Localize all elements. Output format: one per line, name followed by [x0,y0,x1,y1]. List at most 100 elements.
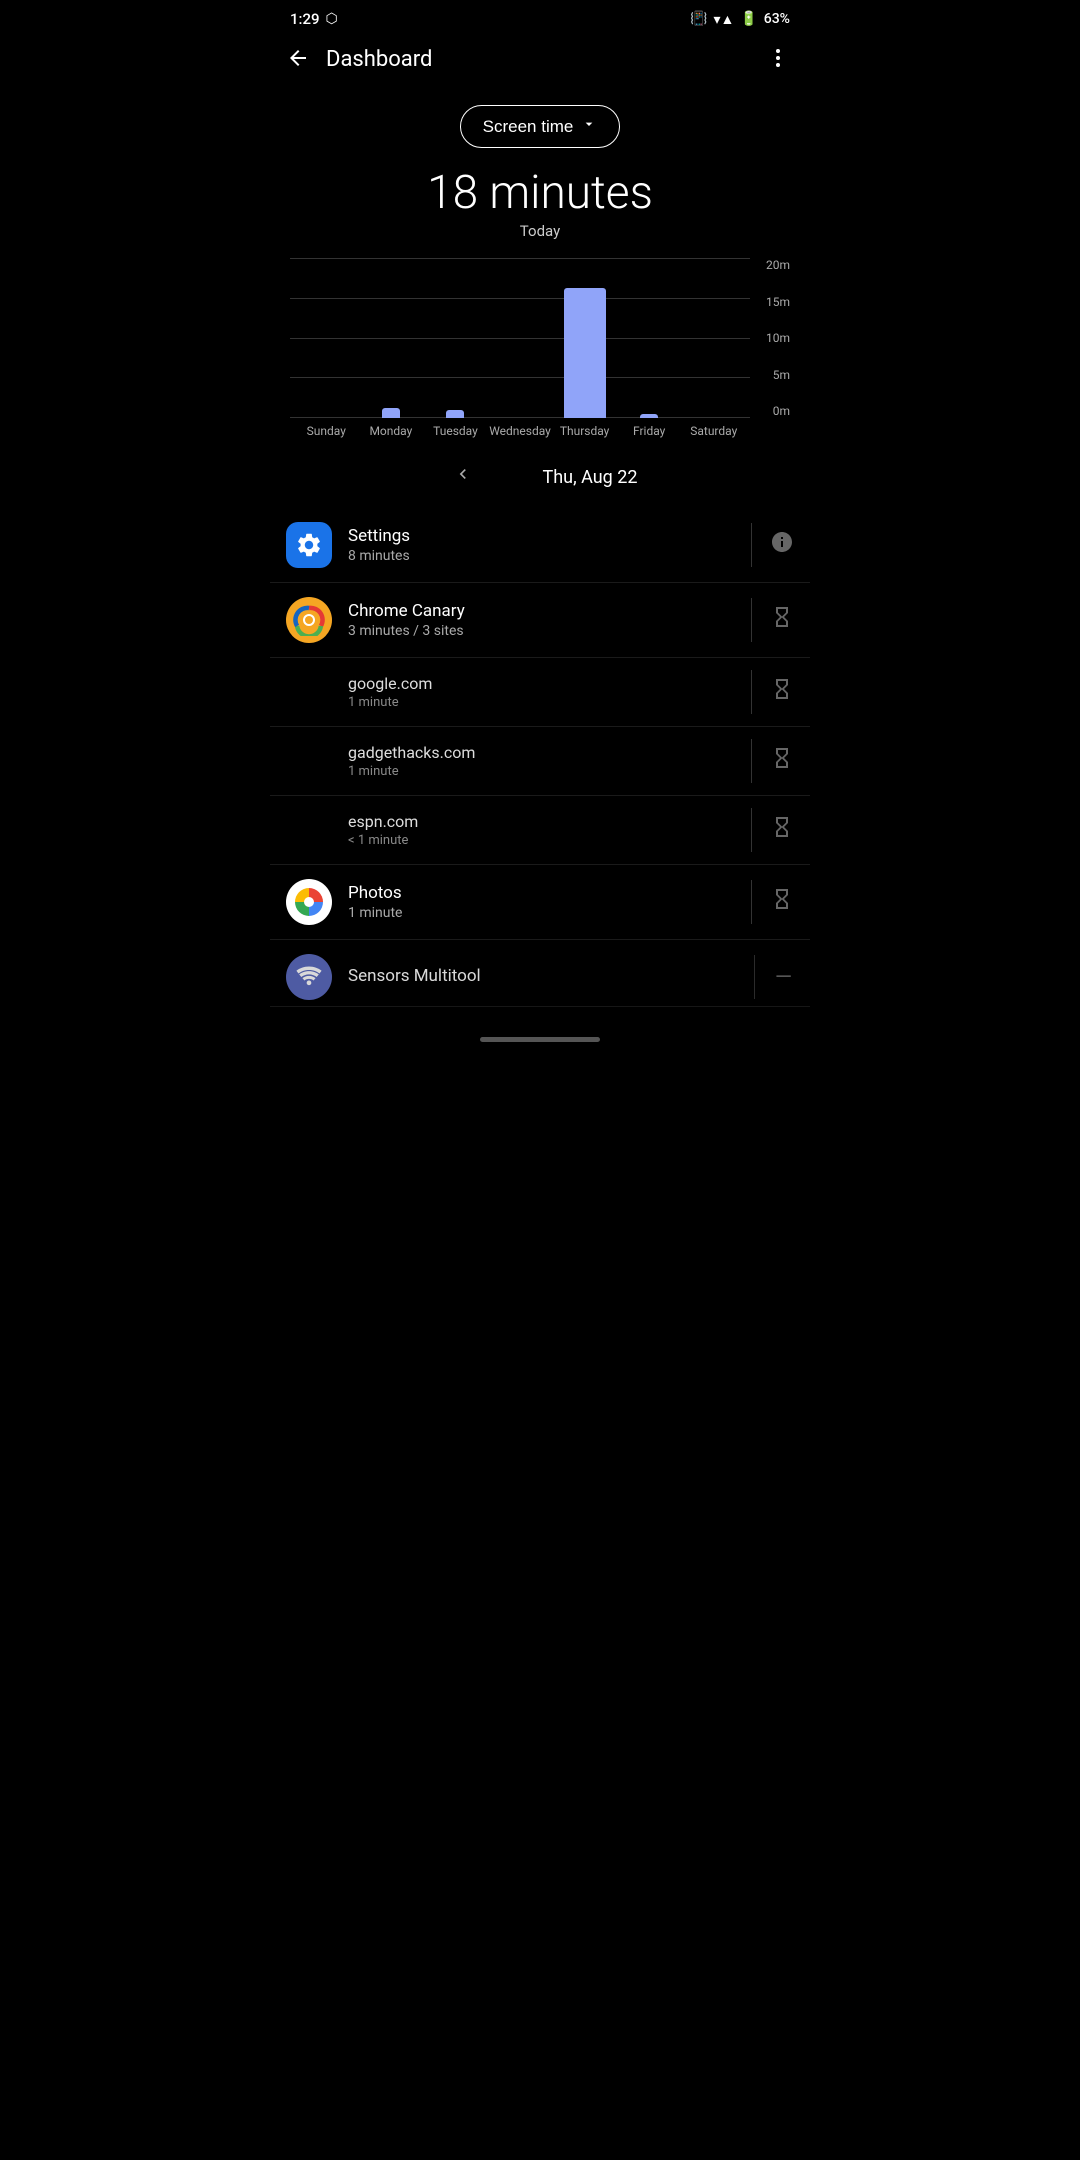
chart-bar-col [552,288,617,418]
chart-x-labels: Sunday Monday Tuesday Wednesday Thursday… [290,418,750,438]
status-left: 1:29 ⬡ [290,10,338,28]
app-icon-photos [286,879,332,925]
divider [751,670,752,714]
divider [751,523,752,567]
divider [751,808,752,852]
x-label-fri: Friday [617,424,682,438]
status-bar: 1:29 ⬡ 📳 ▾▲ 🔋 63% [270,0,810,34]
date-navigation: Thu, Aug 22 [270,438,810,508]
battery-icon: 🔋 [740,11,757,27]
divider [751,880,752,924]
app-name-settings: Settings [348,526,735,546]
chart-bar [446,410,464,418]
app-icon-sensors [286,954,332,1000]
app-list: Settings 8 minutes Chrome Cana [270,508,810,1027]
app-icon-chrome-canary [286,597,332,643]
app-info-chrome-canary: Chrome Canary 3 minutes / 3 sites [348,601,735,639]
home-bar [270,1027,810,1048]
chart-bar [640,414,658,418]
y-label-0m: 0m [773,404,790,418]
hourglass-icon[interactable] [770,605,794,635]
app-action-chrome-canary [751,598,794,642]
app-info-photos: Photos 1 minute [348,883,735,921]
app-time-espn: < 1 minute [348,833,735,848]
battery-level: 63% [764,11,790,27]
app-bar-left: Dashboard [282,42,432,77]
app-name-espn: espn.com [348,812,735,831]
status-time: 1:29 [290,10,320,28]
app-name-sensors: Sensors Multitool [348,966,738,986]
wifi-icon: ▾▲ [713,11,734,28]
app-info-google: google.com 1 minute [348,674,735,710]
list-item-sub[interactable]: gadgethacks.com 1 minute [270,727,810,796]
app-info-sensors: Sensors Multitool [348,966,738,988]
usage-chart: 20m 15m 10m 5m 0m Sunday Monday Tuesday … [290,258,790,438]
overflow-menu-button[interactable] [762,42,794,77]
app-action-google [751,670,794,714]
chart-area: 20m 15m 10m 5m 0m [290,258,790,418]
app-icon-settings [286,522,332,568]
chart-bar [564,288,606,418]
chart-y-labels: 20m 15m 10m 5m 0m [752,258,790,418]
app-info-espn: espn.com < 1 minute [348,812,735,848]
screen-time-section: Screen time [270,105,810,148]
cast-icon: ⬡ [326,11,338,27]
app-time-chrome-canary: 3 minutes / 3 sites [348,623,735,639]
screen-time-dropdown[interactable]: Screen time [460,105,621,148]
divider [754,955,755,999]
x-label-thu: Thursday [552,424,617,438]
info-icon[interactable] [770,530,794,560]
hourglass-icon[interactable] [770,815,794,845]
app-info-gadgethacks: gadgethacks.com 1 minute [348,743,735,779]
list-item[interactable]: Settings 8 minutes [270,508,810,583]
x-label-mon: Monday [359,424,424,438]
dropdown-icon [581,116,597,137]
total-time-period: Today [270,222,810,240]
y-label-10m: 10m [766,331,790,345]
hourglass-icon[interactable] [770,746,794,776]
y-label-5m: 5m [773,368,790,382]
app-action-sensors: — [754,955,794,999]
list-item-sub[interactable]: espn.com < 1 minute [270,796,810,865]
x-label-tue: Tuesday [423,424,488,438]
app-time-photos: 1 minute [348,905,735,921]
app-action-gadgethacks [751,739,794,783]
divider [751,598,752,642]
vibrate-icon: 📳 [690,11,707,27]
app-name-gadgethacks: gadgethacks.com [348,743,735,762]
current-date-label: Thu, Aug 22 [543,467,638,488]
chart-bar-col [359,408,424,418]
y-label-15m: 15m [766,295,790,309]
divider [751,739,752,783]
app-bar: Dashboard [270,34,810,85]
hourglass-icon[interactable] [770,887,794,917]
minus-icon[interactable]: — [773,965,794,990]
app-name-photos: Photos [348,883,735,903]
app-action-settings [751,523,794,567]
total-time-section: 18 minutes Today [270,166,810,240]
chart-bar-col [617,414,682,418]
hourglass-icon[interactable] [770,677,794,707]
list-item[interactable]: Photos 1 minute [270,865,810,940]
page-title: Dashboard [326,47,432,72]
list-item[interactable]: Chrome Canary 3 minutes / 3 sites [270,583,810,658]
chart-bar [382,408,400,418]
x-label-sat: Saturday [681,424,746,438]
chart-bar-col [423,410,488,418]
prev-date-button[interactable] [443,460,483,494]
chart-bars [290,258,750,418]
y-label-20m: 20m [766,258,790,272]
list-item-sub[interactable]: google.com 1 minute [270,658,810,727]
app-time-gadgethacks: 1 minute [348,764,735,779]
app-action-espn [751,808,794,852]
back-button[interactable] [282,42,314,77]
x-label-sun: Sunday [294,424,359,438]
app-name-google: google.com [348,674,735,693]
app-time-settings: 8 minutes [348,548,735,564]
total-time-value: 18 minutes [270,166,810,220]
list-item[interactable]: Sensors Multitool — [270,940,810,1007]
x-label-wed: Wednesday [488,424,553,438]
app-name-chrome-canary: Chrome Canary [348,601,735,621]
status-right: 📳 ▾▲ 🔋 63% [690,11,790,28]
app-info-settings: Settings 8 minutes [348,526,735,564]
